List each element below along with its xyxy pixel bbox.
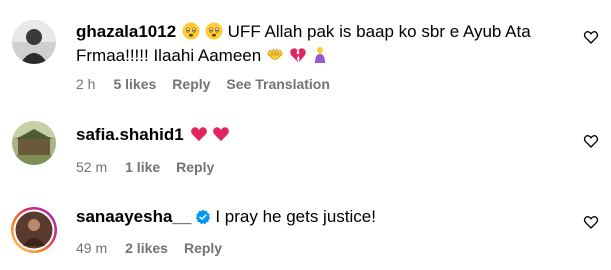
broken-heart-emoji-icon — [289, 46, 307, 70]
praying-person-emoji-icon — [311, 46, 329, 70]
comment-time: 49 m — [76, 240, 108, 256]
comment-time: 52 m — [76, 159, 108, 175]
avatar-ghazala1012[interactable] — [12, 20, 56, 64]
reply-button[interactable]: Reply — [172, 76, 210, 92]
likes-count-link[interactable]: 5 likes — [113, 76, 156, 92]
comment-text: sanaayesha__ I pray he gets justice! — [76, 206, 376, 231]
verified-badge-icon — [195, 209, 211, 231]
comment-text: safia.shahid1 — [76, 124, 230, 149]
comment-meta: 49 m 2 likes Reply — [76, 240, 238, 256]
comment-item-sanaayesha: sanaayesha__ I pray he gets justice! 49 m… — [0, 186, 611, 270]
comment-body: I pray he gets justice! — [215, 207, 376, 226]
comment-item-ghazala1012: ghazala1012 UFF Allah pak is baap ko sbr… — [0, 0, 611, 100]
comment-text-line2: Frmaa!!!!! Ilaahi Aameen — [76, 45, 329, 70]
red-heart-emoji-icon — [212, 125, 230, 149]
red-heart-emoji-icon — [190, 125, 208, 149]
sad-face-emoji-icon — [182, 22, 200, 46]
comment-time: 2 h — [76, 76, 96, 92]
heart-outline-icon[interactable] — [583, 214, 599, 230]
heart-outline-icon[interactable] — [583, 29, 599, 45]
comment-body: UFF Allah pak is baap ko sbr e Ayub Ata — [227, 22, 531, 41]
avatar-safia-shahid1[interactable] — [12, 121, 56, 165]
comment-username[interactable]: ghazala1012 — [76, 22, 176, 41]
comment-item-safia-shahid1: safia.shahid1 52 m 1 like Reply — [0, 100, 611, 186]
comment-username[interactable]: sanaayesha__ — [76, 207, 191, 226]
sad-face-emoji-icon — [205, 22, 223, 46]
comment-text-line1: ghazala1012 UFF Allah pak is baap ko sbr… — [76, 21, 531, 46]
open-hands-emoji-icon — [266, 46, 284, 70]
reply-button[interactable]: Reply — [184, 240, 222, 256]
comment-meta: 52 m 1 like Reply — [76, 159, 230, 175]
avatar-sanaayesha[interactable] — [10, 206, 58, 254]
likes-count-link[interactable]: 1 like — [125, 159, 160, 175]
heart-outline-icon[interactable] — [583, 133, 599, 149]
see-translation-link[interactable]: See Translation — [226, 76, 329, 92]
likes-count-link[interactable]: 2 likes — [125, 240, 168, 256]
comment-meta: 2 h 5 likes Reply See Translation — [76, 76, 330, 92]
comment-username[interactable]: safia.shahid1 — [76, 125, 184, 144]
comment-body-continued: Frmaa!!!!! Ilaahi Aameen — [76, 46, 262, 65]
reply-button[interactable]: Reply — [176, 159, 214, 175]
